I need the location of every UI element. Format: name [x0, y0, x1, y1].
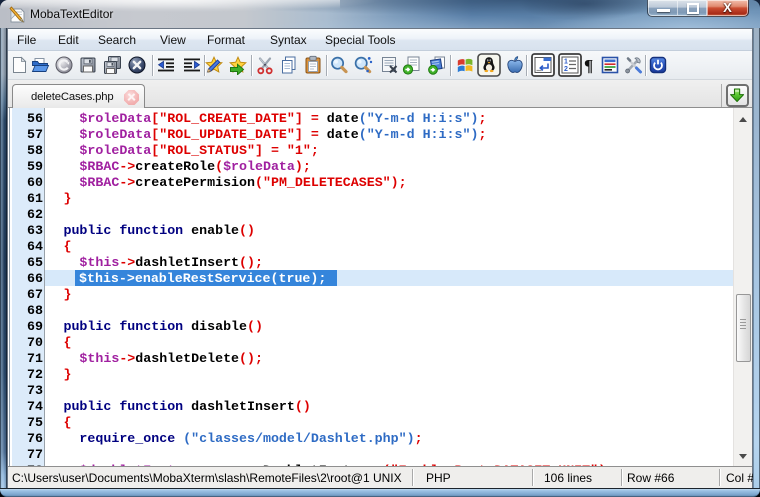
svg-text:¶: ¶: [584, 56, 593, 75]
svg-text:1: 1: [564, 59, 568, 66]
svg-text:2: 2: [564, 66, 568, 73]
